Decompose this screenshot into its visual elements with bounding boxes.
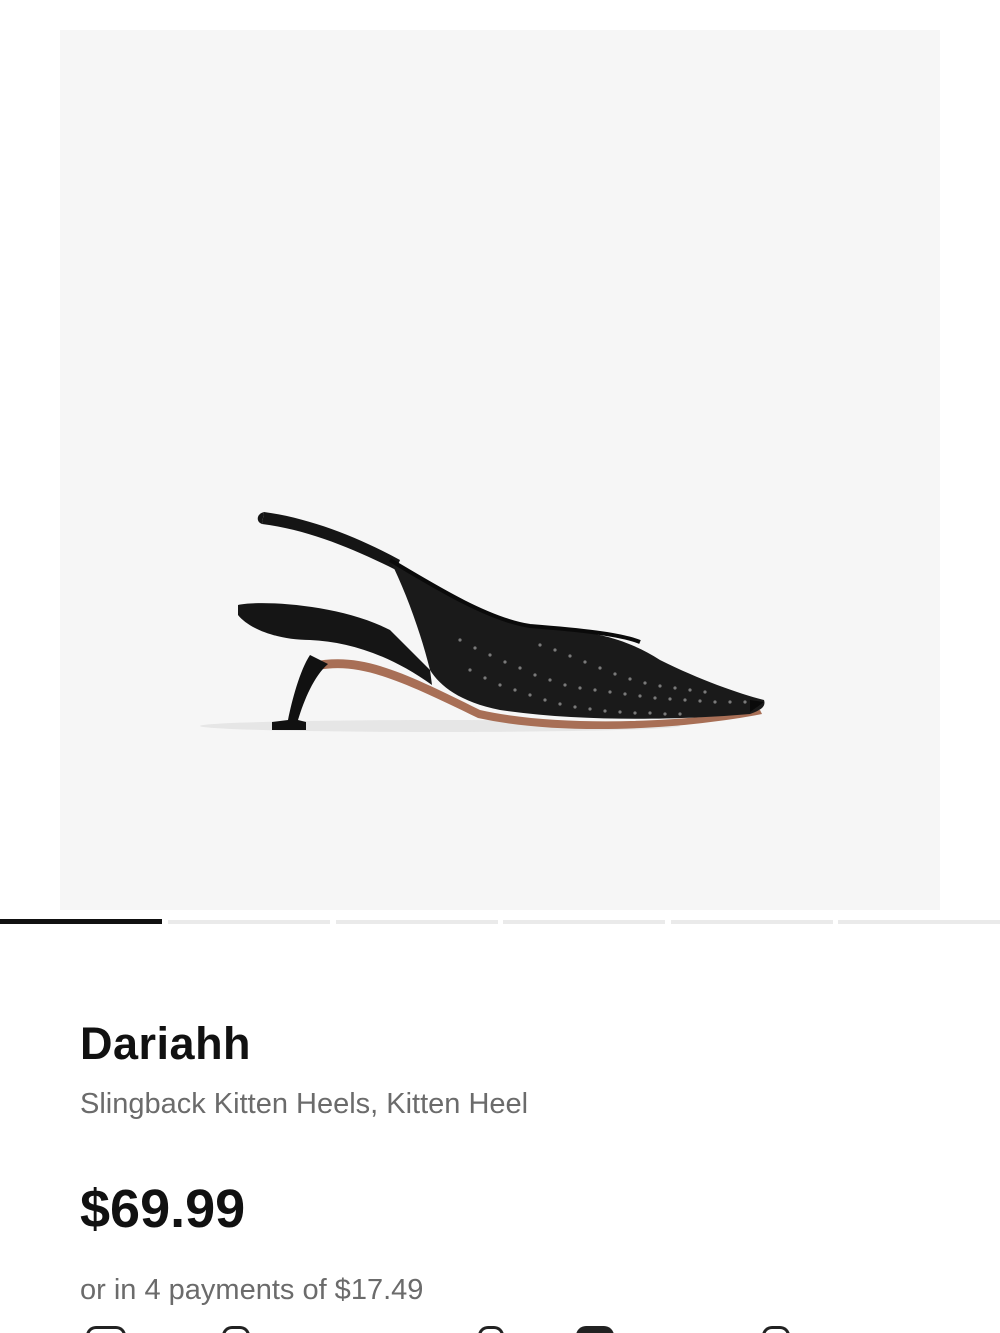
product-price: $69.99 <box>80 1179 246 1239</box>
payment-logo-icon <box>478 1326 504 1333</box>
pager-segment[interactable] <box>336 920 498 924</box>
image-pagination <box>0 919 1000 925</box>
shoe-image <box>200 512 765 732</box>
payment-logos-row <box>0 1322 1000 1333</box>
payment-logo-icon <box>86 1326 126 1333</box>
pager-segment[interactable] <box>503 920 665 924</box>
pager-segment[interactable] <box>671 920 833 924</box>
product-subtitle: Slingback Kitten Heels, Kitten Heel <box>80 1088 529 1120</box>
pager-segment-active[interactable] <box>0 919 162 924</box>
payment-logo-icon <box>576 1326 614 1333</box>
product-image-gallery[interactable] <box>60 30 940 910</box>
pager-segment[interactable] <box>168 920 330 924</box>
pager-segment[interactable] <box>838 920 1000 924</box>
info-icon <box>762 1326 790 1333</box>
installments-text: or in 4 payments of $17.49 <box>80 1274 424 1306</box>
payment-logo-icon <box>222 1326 250 1333</box>
product-name: Dariahh <box>80 1018 252 1069</box>
product-page: Dariahh Slingback Kitten Heels, Kitten H… <box>0 0 1000 1333</box>
